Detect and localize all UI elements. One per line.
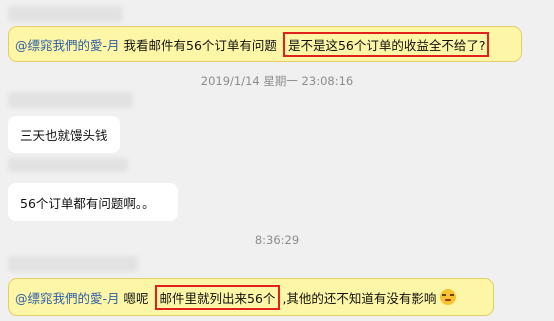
chat-message-bubble[interactable]: @缥窕我們的愛-月 嗯呢 邮件里就列出来56个 ,其他的还不知道有没有影响 [8, 278, 494, 316]
blurred-sender-name [8, 256, 138, 272]
blurred-sender-name [8, 158, 128, 172]
awkward-emoji-icon [440, 289, 457, 305]
message-timestamp: 8:36:29 [254, 233, 300, 247]
chat-message-bubble[interactable]: 56个订单都有问题啊。。 [8, 183, 178, 221]
message-text: 我看邮件有56个订单有问题 [123, 37, 277, 53]
highlighted-text: 邮件里就列出来56个 [154, 284, 281, 310]
message-text: 56个订单都有问题啊。。 [20, 195, 155, 211]
highlighted-text-content: 是不是这56个订单的收益全不给了 [287, 37, 479, 53]
mention-link[interactable]: @缥窕我們的愛-月 [15, 35, 120, 54]
message-timestamp: 2019/1/14 星期一 23:08:16 [200, 74, 354, 88]
message-text: 三天也就馒头钱 [20, 128, 108, 143]
message-text: ,其他的还不知道有没有影响 [282, 290, 437, 306]
message-text: 嗯呢 [123, 290, 149, 306]
mention-link[interactable]: @缥窕我們的愛-月 [15, 288, 120, 307]
chat-message-bubble[interactable]: @缥窕我們的愛-月 我看邮件有56个订单有问题 是不是这56个订单的收益全不给了… [8, 26, 522, 62]
chat-message-bubble[interactable]: 三天也就馒头钱 [8, 116, 120, 153]
highlighted-text-tail: ? [478, 37, 486, 53]
blurred-sender-name [8, 92, 133, 108]
highlighted-text: 是不是这56个订单的收益全不给了? [282, 31, 489, 57]
blurred-sender-name [8, 6, 123, 22]
